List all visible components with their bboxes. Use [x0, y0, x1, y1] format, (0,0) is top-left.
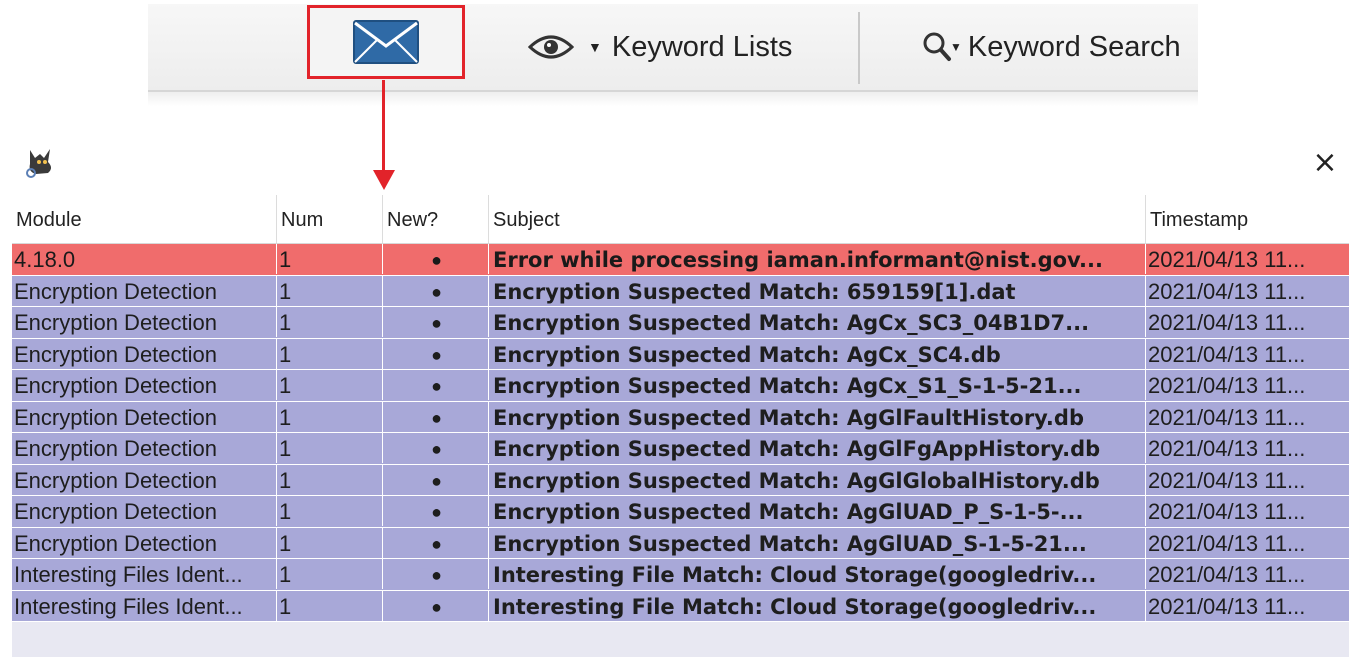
column-header-new[interactable]: New?	[383, 195, 489, 243]
new-indicator-cell: ●	[383, 275, 489, 306]
toolbar-divider	[858, 12, 860, 84]
table-row[interactable]: Interesting Files Ident... 1 ● Interesting …	[12, 559, 1349, 591]
annotation-arrow-line	[382, 80, 385, 172]
keyword-lists-label: Keyword Lists	[611, 30, 793, 63]
subject-cell: Encryption Suspected Match: AgGlFgAppHis…	[489, 433, 1146, 463]
eye-icon	[528, 35, 574, 59]
new-indicator-cell: ●	[383, 590, 489, 621]
table-row[interactable]: Interesting Files Ident... 1 ● Interesting …	[12, 590, 1349, 622]
subject-cell: Encryption Suspected Match: AgCx_SC3_04B…	[489, 307, 1146, 337]
timestamp-cell: 2021/04/13 11...	[1148, 530, 1306, 556]
inbox-table: Module Num New? Subject Timestamp 4.18.0…	[12, 195, 1349, 657]
subject-cell: Encryption Suspected Match: AgGlFaultHis…	[489, 401, 1146, 432]
table-row[interactable]: Encryption Detection 1 ● Encryption Suspect…	[12, 433, 1349, 465]
subject-cell: Encryption Suspected Match: AgGlGlobalHi…	[489, 464, 1146, 495]
magnifier-icon	[923, 32, 951, 61]
new-indicator-cell: ●	[383, 433, 489, 463]
column-header-num[interactable]: Num	[277, 195, 383, 243]
module-cell: Interesting Files Ident...	[12, 590, 277, 621]
table-row[interactable]: 4.18.0 1 ● Error while processing iaman.inf…	[12, 244, 1349, 276]
timestamp-cell: 2021/04/13 11...	[1148, 562, 1306, 587]
new-indicator-cell: ●	[383, 464, 489, 495]
table-row[interactable]: Encryption Detection 1 ● Encryption Suspect…	[12, 275, 1349, 307]
module-cell: 4.18.0	[12, 244, 277, 274]
new-indicator-cell: ●	[383, 401, 489, 432]
subject-cell: Interesting File Match: Cloud Storage(go…	[489, 559, 1146, 589]
table-row[interactable]: Encryption Detection 1 ● Encryption Suspect…	[12, 338, 1349, 370]
keyword-search-label: Keyword Search	[967, 30, 1181, 63]
num-cell: 1	[277, 370, 383, 400]
timestamp-cell: 2021/04/13 11...	[1148, 404, 1306, 430]
timestamp-cell: 2021/04/13 11...	[1148, 467, 1306, 493]
module-cell: Encryption Detection	[12, 370, 277, 400]
column-header-timestamp[interactable]: Timestamp	[1146, 195, 1349, 243]
num-cell: 1	[277, 559, 383, 589]
num-cell: 1	[277, 590, 383, 621]
inbox-button[interactable]	[307, 5, 465, 79]
table-row[interactable]: Encryption Detection 1 ● Encryption Suspect…	[12, 370, 1349, 402]
module-cell: Encryption Detection	[12, 338, 277, 369]
toolbar-shadow	[148, 92, 1198, 106]
timestamp-cell: 2021/04/13 11...	[1148, 436, 1306, 461]
timestamp-cell: 2021/04/13 11...	[1148, 373, 1306, 398]
column-header-subject[interactable]: Subject	[489, 195, 1146, 243]
new-indicator-cell: ●	[383, 559, 489, 589]
timestamp-cell: 2021/04/13 11...	[1148, 278, 1306, 304]
autopsy-dog-icon	[26, 149, 51, 178]
close-icon[interactable]: ×	[1310, 148, 1340, 178]
chevron-down-icon: ▼	[588, 39, 602, 55]
keyword-lists-button[interactable]: ▼ Keyword Lists	[528, 20, 792, 74]
num-cell: 1	[277, 401, 383, 432]
module-cell: Encryption Detection	[12, 464, 277, 495]
table-row[interactable]: Encryption Detection 1 ● Encryption Suspect…	[12, 401, 1349, 433]
timestamp-cell: 2021/04/13 11...	[1148, 593, 1306, 619]
timestamp-cell: 2021/04/13 11...	[1148, 247, 1306, 272]
module-cell: Encryption Detection	[12, 275, 277, 306]
column-header-module[interactable]: Module	[12, 195, 277, 243]
annotation-arrow-head	[373, 170, 395, 190]
num-cell: 1	[277, 275, 383, 306]
subject-cell: Encryption Suspected Match: AgGlUAD_S-1-…	[489, 527, 1146, 558]
new-indicator-cell: ●	[383, 244, 489, 274]
keyword-search-button[interactable]: ▼ Keyword Search	[922, 20, 1181, 74]
num-cell: 1	[277, 496, 383, 526]
table-header: Module Num New? Subject Timestamp	[12, 195, 1349, 244]
new-indicator-cell: ●	[383, 307, 489, 337]
subject-cell: Encryption Suspected Match: AgCx_S1_S-1-…	[489, 370, 1146, 400]
module-cell: Encryption Detection	[12, 433, 277, 463]
table-row[interactable]: Encryption Detection 1 ● Encryption Suspect…	[12, 527, 1349, 559]
new-indicator-cell: ●	[383, 338, 489, 369]
subject-cell: Error while processing iaman.informant@n…	[489, 244, 1146, 274]
subject-cell: Encryption Suspected Match: AgCx_SC4.db	[489, 338, 1146, 369]
table-body: 4.18.0 1 ● Error while processing iaman.inf…	[12, 244, 1349, 622]
subject-cell: Encryption Suspected Match: 659159[1].da…	[489, 275, 1146, 306]
chevron-down-icon: ▼	[950, 40, 962, 54]
module-cell: Encryption Detection	[12, 496, 277, 526]
num-cell: 1	[277, 307, 383, 337]
num-cell: 1	[277, 433, 383, 463]
table-row[interactable]: Encryption Detection 1 ● Encryption Suspect…	[12, 307, 1349, 339]
table-row[interactable]: Encryption Detection 1 ● Encryption Suspect…	[12, 464, 1349, 496]
num-cell: 1	[277, 464, 383, 495]
subject-cell: Interesting File Match: Cloud Storage(go…	[489, 590, 1146, 621]
module-cell: Interesting Files Ident...	[12, 559, 277, 589]
module-cell: Encryption Detection	[12, 307, 277, 337]
table-row[interactable]: Encryption Detection 1 ● Encryption Suspect…	[12, 496, 1349, 528]
module-cell: Encryption Detection	[12, 401, 277, 432]
timestamp-cell: 2021/04/13 11...	[1148, 341, 1306, 367]
num-cell: 1	[277, 527, 383, 558]
num-cell: 1	[277, 244, 383, 274]
timestamp-cell: 2021/04/13 11...	[1148, 310, 1306, 335]
new-indicator-cell: ●	[383, 496, 489, 526]
timestamp-cell: 2021/04/13 11...	[1148, 499, 1306, 524]
subject-cell: Encryption Suspected Match: AgGlUAD_P_S-…	[489, 496, 1146, 526]
new-indicator-cell: ●	[383, 370, 489, 400]
module-cell: Encryption Detection	[12, 527, 277, 558]
num-cell: 1	[277, 338, 383, 369]
new-indicator-cell: ●	[383, 527, 489, 558]
envelope-icon	[353, 20, 419, 64]
